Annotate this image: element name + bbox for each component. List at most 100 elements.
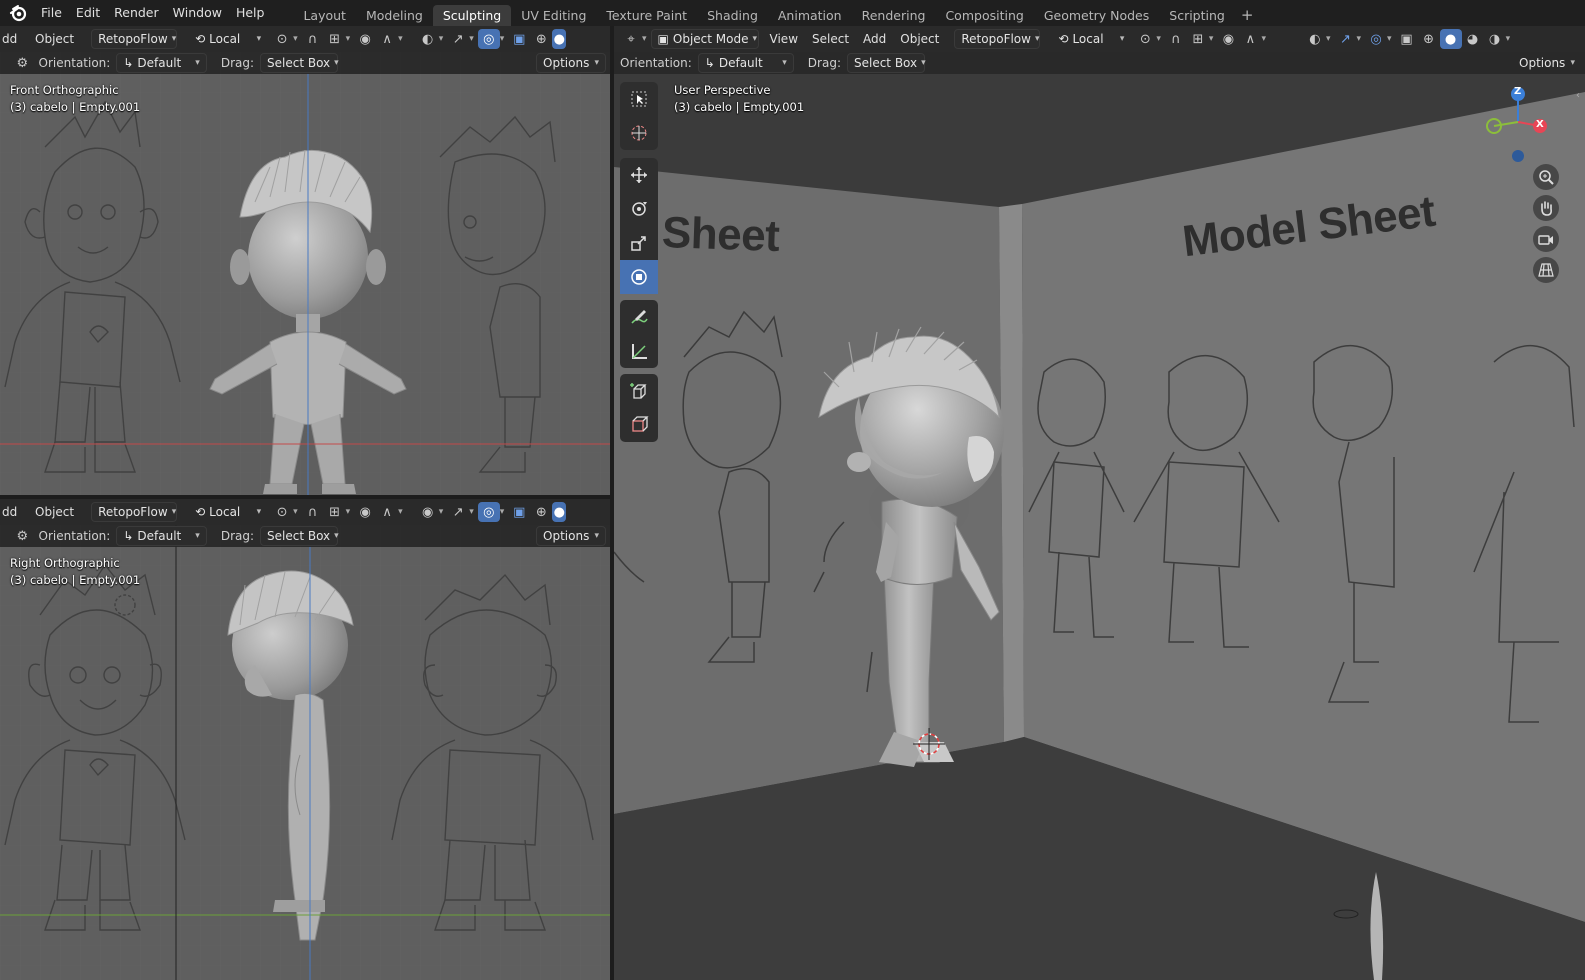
drag-dropdown[interactable]: Select Box ▾: [846, 53, 926, 73]
tab-layout[interactable]: Layout: [293, 5, 356, 26]
snap-icon[interactable]: ∩: [302, 502, 324, 522]
proportional-edit-icon[interactable]: ◉: [1217, 29, 1239, 49]
visibility-icon[interactable]: ◐: [1304, 29, 1326, 49]
snap-increment-icon[interactable]: ⊞: [324, 29, 346, 49]
cursor-icon[interactable]: [620, 116, 658, 150]
solid-shading-icon[interactable]: ●: [552, 502, 567, 522]
menu-view[interactable]: View: [763, 32, 805, 46]
proportional-edit-icon[interactable]: ◉: [354, 29, 376, 49]
drag-dropdown[interactable]: Select Box ▾: [260, 526, 339, 546]
xray-toggle-icon[interactable]: ▣: [508, 29, 530, 49]
tab-texture-paint[interactable]: Texture Paint: [596, 5, 697, 26]
retopoflow-dropdown[interactable]: RetopoFlow ▾: [954, 29, 1041, 49]
gizmo-toggle-icon[interactable]: ↗: [447, 29, 469, 49]
scale-icon[interactable]: [620, 226, 658, 260]
overlay-toggle-icon[interactable]: ◎: [477, 29, 500, 49]
tab-shading[interactable]: Shading: [697, 5, 768, 26]
options-dropdown[interactable]: Options ▾: [1513, 53, 1581, 73]
retopoflow-dropdown[interactable]: RetopoFlow ▾: [91, 29, 178, 49]
pivot-icon[interactable]: ⊙: [1134, 29, 1156, 49]
perspective-grid-icon[interactable]: [1533, 257, 1559, 283]
menu-object[interactable]: Object: [893, 32, 946, 46]
transform-orientation-dropdown[interactable]: ⟲ Local ▾: [1052, 29, 1130, 49]
toolbar-select-group: [620, 82, 658, 150]
navigation-gizmo[interactable]: Z X: [1484, 82, 1564, 162]
pivot-icon[interactable]: ⊙: [271, 502, 293, 522]
snap-icon[interactable]: ∩: [302, 29, 324, 49]
right-orthographic-viewport[interactable]: ⚙ Orientation: ↳ Default ▾ Drag: Select Bo…: [0, 525, 610, 980]
annotate-icon[interactable]: [620, 300, 658, 334]
solid-shading-icon[interactable]: ●: [1439, 29, 1462, 49]
right-view-overlay: Right Orthographic (3) cabelo | Empty.00…: [10, 555, 140, 589]
gizmo-toggle-icon[interactable]: ↗: [1335, 29, 1357, 49]
orientation-dropdown[interactable]: ↳ Default ▾: [697, 53, 794, 73]
add-cube-icon[interactable]: [620, 374, 658, 408]
snap-increment-icon[interactable]: ⊞: [1187, 29, 1209, 49]
rotate-icon[interactable]: [620, 192, 658, 226]
add-workspace-button[interactable]: +: [1235, 5, 1260, 26]
tab-animation[interactable]: Animation: [768, 5, 852, 26]
tab-compositing[interactable]: Compositing: [935, 5, 1033, 26]
mode-dropdown[interactable]: ▣ Object Mode ▾: [650, 29, 759, 49]
editor-type-icon[interactable]: ⌖: [620, 29, 642, 49]
add-primitive-icon[interactable]: [620, 408, 658, 442]
options-dropdown[interactable]: Options ▾: [536, 526, 606, 546]
overlay-toggle-icon[interactable]: ◎: [1365, 29, 1387, 49]
xray-toggle-icon[interactable]: ▣: [508, 502, 530, 522]
options-dropdown[interactable]: Options ▾: [536, 53, 606, 73]
retopoflow-dropdown[interactable]: RetopoFlow ▾: [91, 502, 178, 522]
visibility-icon[interactable]: ◐: [417, 29, 439, 49]
solid-shading-icon[interactable]: ●: [552, 29, 567, 49]
transform-orientation-dropdown[interactable]: ⟲ Local ▾: [189, 502, 267, 522]
snap-increment-icon[interactable]: ⊞: [324, 502, 346, 522]
orientation-dropdown[interactable]: ↳ Default ▾: [116, 53, 207, 73]
tab-geometry-nodes[interactable]: Geometry Nodes: [1034, 5, 1159, 26]
wireframe-shading-icon[interactable]: ⊕: [530, 29, 552, 49]
front-orthographic-viewport[interactable]: ⚙ Orientation: ↳ Default ▾ Drag: Select Bo…: [0, 52, 610, 495]
visibility-icon[interactable]: ◉: [417, 502, 439, 522]
sidebar-toggle-icon[interactable]: ‹: [1576, 90, 1580, 101]
material-shading-icon[interactable]: ◕: [1462, 29, 1484, 49]
tool-settings-icon[interactable]: ⚙: [12, 53, 33, 73]
falloff-icon[interactable]: ∧: [1239, 29, 1261, 49]
tab-uv-editing[interactable]: UV Editing: [511, 5, 596, 26]
transform-icon[interactable]: [620, 260, 658, 294]
view-name: User Perspective: [674, 83, 771, 97]
menu-window[interactable]: Window: [166, 0, 229, 26]
zoom-icon[interactable]: [1533, 164, 1559, 190]
tab-scripting[interactable]: Scripting: [1159, 5, 1235, 26]
gizmo-toggle-icon[interactable]: ↗: [447, 502, 469, 522]
falloff-icon[interactable]: ∧: [376, 29, 398, 49]
wireframe-shading-icon[interactable]: ⊕: [530, 502, 552, 522]
xray-toggle-icon[interactable]: ▣: [1396, 29, 1418, 49]
pivot-icon[interactable]: ⊙: [271, 29, 293, 49]
blender-logo-icon[interactable]: [8, 3, 28, 23]
move-icon[interactable]: [620, 158, 658, 192]
select-box-icon[interactable]: [620, 82, 658, 116]
wireframe-shading-icon[interactable]: ⊕: [1418, 29, 1440, 49]
menu-edit[interactable]: Edit: [69, 0, 107, 26]
measure-icon[interactable]: [620, 334, 658, 368]
perspective-viewport[interactable]: Sheet Model Sheet Orientation: ↳ Default ▾…: [614, 52, 1585, 980]
menu-object[interactable]: Object: [28, 32, 81, 46]
pan-hand-icon[interactable]: [1533, 195, 1559, 221]
overlay-toggle-icon[interactable]: ◎: [477, 502, 500, 522]
rendered-shading-icon[interactable]: ◑: [1484, 29, 1506, 49]
drag-dropdown[interactable]: Select Box ▾: [260, 53, 339, 73]
tab-rendering[interactable]: Rendering: [852, 5, 936, 26]
tab-sculpting[interactable]: Sculpting: [432, 4, 512, 26]
proportional-edit-icon[interactable]: ◉: [354, 502, 376, 522]
camera-icon[interactable]: [1533, 226, 1559, 252]
menu-select[interactable]: Select: [805, 32, 856, 46]
tab-modeling[interactable]: Modeling: [356, 5, 433, 26]
transform-orientation-dropdown[interactable]: ⟲ Local ▾: [189, 29, 267, 49]
menu-help[interactable]: Help: [229, 0, 272, 26]
menu-add[interactable]: Add: [856, 32, 893, 46]
tool-settings-icon[interactable]: ⚙: [12, 526, 33, 546]
menu-object[interactable]: Object: [28, 505, 81, 519]
menu-file[interactable]: File: [34, 0, 69, 26]
falloff-icon[interactable]: ∧: [376, 502, 398, 522]
snap-icon[interactable]: ∩: [1165, 29, 1187, 49]
menu-render[interactable]: Render: [107, 0, 166, 26]
orientation-dropdown[interactable]: ↳ Default ▾: [116, 526, 207, 546]
